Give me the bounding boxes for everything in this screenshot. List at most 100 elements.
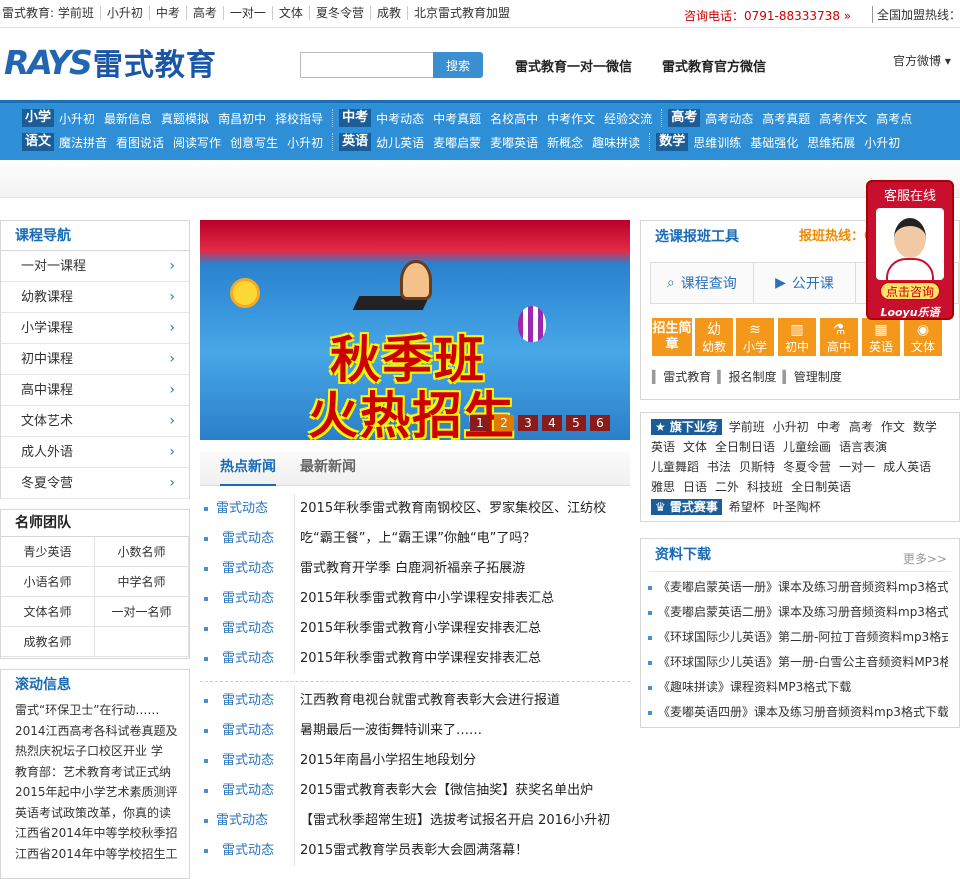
news-category[interactable]: 雷式动态: [216, 614, 294, 644]
course-nav-item[interactable]: 文体艺术 ›: [1, 406, 189, 437]
tab-course-search[interactable]: ⌕ 课程查询: [651, 263, 754, 303]
news-title[interactable]: 【雷式秋季超常生班】选拔考试报名开启 2016小升初: [294, 806, 610, 836]
nav-item[interactable]: 高考作文: [819, 110, 867, 127]
top-link[interactable]: 小升初: [101, 6, 150, 20]
nav-item[interactable]: 中考动态: [376, 110, 424, 127]
nav-item[interactable]: 创意写生: [230, 134, 278, 151]
scroll-item[interactable]: 江西省2014年中等学校招生工: [1, 844, 189, 865]
teacher-link[interactable]: 小语名师: [1, 567, 95, 597]
course-nav-item[interactable]: 成人外语 ›: [1, 437, 189, 468]
scroll-item[interactable]: 雷式“环保卫士”在行动……: [1, 700, 189, 721]
nav-item[interactable]: 麦嘟启蒙: [433, 134, 481, 151]
news-item[interactable]: 雷式动态 2015雷式教育表彰大会【微信抽奖】获奖名单出炉: [204, 776, 630, 806]
nav-item[interactable]: 小升初: [59, 110, 95, 127]
download-item[interactable]: 《麦嘟启蒙英语二册》课本及练习册音频资料mp3格式: [648, 600, 948, 625]
course-nav-item[interactable]: 小学课程 ›: [1, 313, 189, 344]
top-link[interactable]: 中考: [150, 6, 187, 20]
top-link[interactable]: 成教: [371, 6, 408, 20]
news-category[interactable]: 雷式动态: [216, 584, 294, 614]
weibo-link[interactable]: 官方微博 ▾: [893, 52, 951, 69]
wechat-1v1-link[interactable]: 雷式教育一对一微信: [515, 56, 632, 75]
pager-dot[interactable]: 4: [542, 415, 562, 431]
biz-link[interactable]: 书法: [707, 460, 731, 474]
scroll-item[interactable]: 2015年起中小学艺术素质测评: [1, 782, 189, 803]
news-category[interactable]: 雷式动态: [216, 746, 294, 776]
biz-link[interactable]: 高考: [849, 420, 873, 434]
nav-item[interactable]: 幼儿英语: [376, 134, 424, 151]
teacher-link[interactable]: 小数名师: [95, 537, 189, 567]
competition-link[interactable]: 叶圣陶杯: [773, 500, 821, 514]
biz-link[interactable]: 儿童舞蹈: [651, 460, 699, 474]
nav-item[interactable]: 南昌初中: [218, 110, 266, 127]
tool-link[interactable]: ▍ 雷式教育: [652, 368, 711, 385]
biz-link[interactable]: 冬夏令营: [783, 460, 831, 474]
news-category[interactable]: 雷式动态: [216, 524, 294, 554]
news-title[interactable]: 2015年秋季雷式教育中学课程安排表汇总: [294, 644, 541, 674]
tab-open-class[interactable]: ▶ 公开课: [754, 263, 857, 303]
chevron-down-icon[interactable]: »: [844, 9, 851, 23]
nav-tag[interactable]: 中考: [339, 109, 372, 127]
biz-link[interactable]: 全日制英语: [791, 480, 851, 494]
online-service-widget[interactable]: 客服在线 点击咨询 Looyu乐语: [866, 180, 954, 320]
biz-link[interactable]: 科技班: [747, 480, 783, 494]
news-item[interactable]: 雷式动态 暑期最后一波街舞特训来了……: [204, 716, 630, 746]
nav-item[interactable]: 麦嘟英语: [490, 134, 538, 151]
course-nav-item[interactable]: 一对一课程 ›: [1, 251, 189, 282]
biz-link[interactable]: 成人英语: [883, 460, 931, 474]
tool-link[interactable]: ▍ 报名制度: [717, 368, 776, 385]
top-link[interactable]: 高考: [187, 6, 224, 20]
top-link[interactable]: 雷式教育: 学前班: [0, 6, 101, 20]
news-title[interactable]: 2015年秋季雷式教育小学课程安排表汇总: [294, 614, 541, 644]
wechat-official-link[interactable]: 雷式教育官方微信: [662, 56, 766, 75]
tile-preschool[interactable]: 幼幼教: [695, 318, 733, 356]
pager-dot[interactable]: 3: [518, 415, 538, 431]
scroll-item[interactable]: 2014江西高考各科试卷真题及: [1, 721, 189, 742]
news-category[interactable]: 雷式动态: [216, 554, 294, 584]
download-item[interactable]: 《环球国际少儿英语》第二册-阿拉丁音频资料mp3格式: [648, 625, 948, 650]
competition-link[interactable]: 希望杯: [729, 500, 765, 514]
news-item[interactable]: 雷式动态 【雷式秋季超常生班】选拔考试报名开启 2016小升初: [204, 806, 630, 836]
nav-tag[interactable]: 高考: [668, 109, 701, 127]
nav-item[interactable]: 思维训练: [693, 134, 741, 151]
pager-dot[interactable]: 5: [566, 415, 586, 431]
banner-carousel[interactable]: 秋季班 火热招生: [200, 220, 630, 440]
download-item[interactable]: 《麦嘟启蒙英语一册》课本及练习册音频资料mp3格式: [648, 575, 948, 600]
tool-link[interactable]: ▍ 管理制度: [783, 368, 842, 385]
teacher-link[interactable]: 中学名师: [95, 567, 189, 597]
teacher-link[interactable]: 一对一名师: [95, 597, 189, 627]
news-item[interactable]: 雷式动态 吃“霸王餐”，上“霸王课”你触“电”了吗？: [204, 524, 630, 554]
biz-link[interactable]: 雅思: [651, 480, 675, 494]
course-nav-item[interactable]: 冬夏令营 ›: [1, 468, 189, 499]
biz-link[interactable]: 英语: [651, 440, 675, 454]
news-title[interactable]: 暑期最后一波街舞特训来了……: [294, 716, 482, 746]
top-link[interactable]: 北京雷式教育加盟: [408, 6, 516, 20]
download-item[interactable]: 《趣味拼读》课程资料MP3格式下载: [648, 675, 948, 700]
search-input[interactable]: [300, 52, 434, 78]
nav-item[interactable]: 高考动态: [705, 110, 753, 127]
news-category[interactable]: 雷式动态: [216, 644, 294, 674]
biz-link[interactable]: 儿童绘画: [783, 440, 831, 454]
scroll-item[interactable]: 英语考试政策改革，你真的读: [1, 803, 189, 824]
logo[interactable]: RAYS 雷式教育: [4, 42, 217, 84]
biz-link[interactable]: 贝斯特: [739, 460, 775, 474]
news-category[interactable]: 雷式动态: [216, 494, 294, 524]
biz-link[interactable]: 全日制日语: [715, 440, 775, 454]
download-item[interactable]: 《麦嘟英语四册》课本及练习册音频资料mp3格式下载: [648, 700, 948, 725]
tab-latest-news[interactable]: 最新新闻: [300, 452, 356, 486]
course-nav-item[interactable]: 高中课程 ›: [1, 375, 189, 406]
news-item[interactable]: 雷式动态 江西教育电视台就雷式教育表彰大会进行报道: [204, 686, 630, 716]
tile-primary[interactable]: ≋ 小学: [736, 318, 774, 356]
biz-link[interactable]: 文体: [683, 440, 707, 454]
search-button[interactable]: 搜索: [433, 52, 483, 78]
enroll-guide-tile[interactable]: 招生简章: [652, 318, 692, 356]
news-item[interactable]: 雷式动态 2015年秋季雷式教育小学课程安排表汇总: [204, 614, 630, 644]
biz-link[interactable]: 数学: [913, 420, 937, 434]
nav-item[interactable]: 小升初: [287, 134, 323, 151]
news-category[interactable]: 雷式动态: [216, 836, 294, 866]
scroll-item[interactable]: 江西省2014年中等学校秋季招: [1, 823, 189, 844]
top-link[interactable]: 文体: [273, 6, 310, 20]
nav-item[interactable]: 趣味拼读: [592, 134, 640, 151]
nav-item[interactable]: 高考真题: [762, 110, 810, 127]
tile-junior[interactable]: ▥ 初中: [778, 318, 816, 356]
scroll-item[interactable]: 热烈庆祝坛子口校区开业 学: [1, 741, 189, 762]
